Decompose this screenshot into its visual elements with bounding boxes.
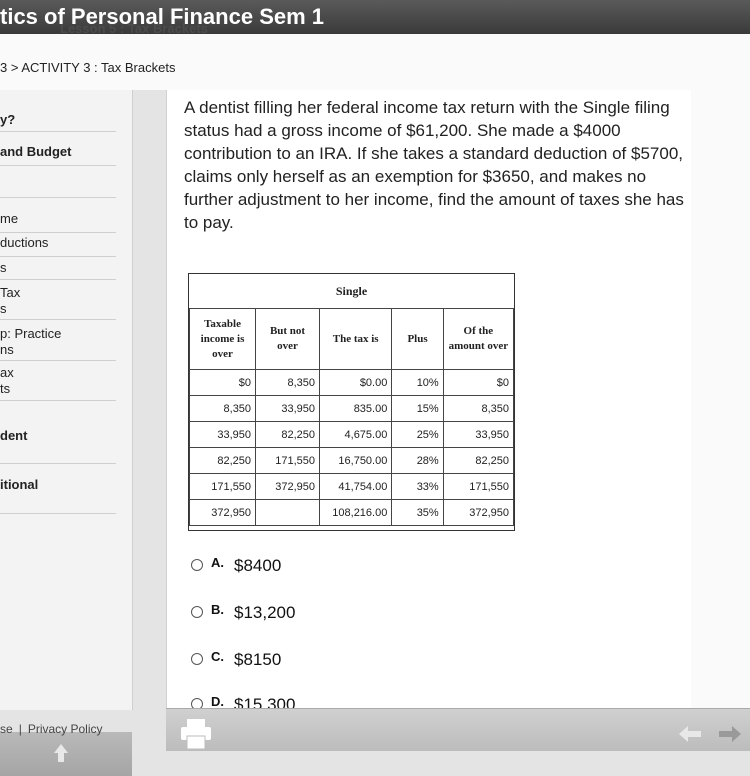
sidebar-footer [0, 732, 132, 776]
sidebar-item-11[interactable]: itional [0, 477, 116, 514]
sidebar-item-7[interactable]: Tax s [0, 285, 116, 320]
tax-bracket-table: Single Taxable income is over But not ov… [188, 273, 515, 531]
choice-letter: C. [211, 649, 224, 664]
lesson-sidebar: y? and Budget me ductions s Tax s p: Pra… [0, 90, 133, 776]
table-cell: 82,250 [255, 421, 320, 448]
radio-button[interactable] [191, 605, 203, 618]
table-header: But not over [255, 308, 320, 370]
table-cell: 35% [391, 499, 444, 526]
choice-text: $13,200 [234, 603, 296, 622]
table-caption: Single [189, 274, 514, 309]
table-cell: 33,950 [442, 421, 515, 448]
choice-letter: A. [211, 555, 224, 570]
legal-links: se | Privacy Policy [0, 722, 103, 736]
table-row: 8,350 33,950 835.00 15% 8,350 [188, 395, 515, 422]
table-header: Of the amount over [442, 308, 515, 370]
privacy-policy-link[interactable]: Privacy Policy [28, 722, 103, 736]
choice-letter: D. [211, 694, 224, 709]
question-text: A dentist filling her federal income tax… [184, 98, 684, 232]
table-row: 171,550 372,950 41,754.00 33% 171,550 [188, 473, 515, 500]
table-cell: 33,950 [188, 421, 257, 448]
table-row: 82,250 171,550 16,750.00 28% 82,250 [188, 447, 515, 474]
table-cell: 16,750.00 [318, 447, 393, 474]
sidebar-item-3[interactable] [0, 176, 116, 198]
choice-a[interactable]: A. $8400 [191, 555, 282, 576]
table-cell: 8,350 [442, 395, 515, 422]
table-header: The tax is [318, 308, 393, 370]
legal-separator: | [18, 722, 22, 736]
table-cell: $0.00 [318, 369, 393, 396]
table-cell: 82,250 [442, 447, 515, 474]
table-row: $0 8,350 $0.00 10% $0 [188, 369, 515, 396]
table-cell: 4,675.00 [318, 421, 393, 448]
table-header: Plus [391, 308, 444, 370]
choice-text: $8400 [234, 556, 282, 575]
bottom-toolbar [166, 708, 750, 751]
table-row: 372,950 108,216.00 35% 372,950 [188, 499, 515, 526]
table-cell: 28% [391, 447, 444, 474]
table-cell: 10% [391, 369, 444, 396]
breadcrumb[interactable]: 3 > ACTIVITY 3 : Tax Brackets [0, 60, 175, 75]
question-panel: A dentist filling her federal income tax… [166, 90, 692, 710]
table-cell: 8,350 [188, 395, 257, 422]
sidebar-item-2[interactable]: and Budget [0, 144, 116, 166]
table-cell [255, 499, 320, 526]
choice-text: $8150 [234, 650, 282, 669]
table-header: Taxable income is over [188, 308, 257, 370]
table-cell: 171,550 [255, 447, 320, 474]
table-cell: 108,216.00 [318, 499, 393, 526]
table-cell: 8,350 [255, 369, 320, 396]
table-cell: 33,950 [255, 395, 320, 422]
choice-b[interactable]: B. $13,200 [191, 602, 296, 623]
table-row: 33,950 82,250 4,675.00 25% 33,950 [188, 421, 515, 448]
sidebar-item-4[interactable]: me [0, 211, 116, 233]
course-header: Lesson 5 : Tax Brackets tics of Personal… [0, 0, 750, 34]
table-cell: 372,950 [255, 473, 320, 500]
print-icon[interactable] [180, 719, 212, 749]
table-cell: 25% [391, 421, 444, 448]
table-cell: $0 [442, 369, 515, 396]
radio-button[interactable] [191, 652, 203, 665]
table-cell: 15% [391, 395, 444, 422]
right-arrow-icon[interactable] [718, 725, 742, 743]
terms-of-use-link[interactable]: se [0, 722, 13, 736]
table-cell: 835.00 [318, 395, 393, 422]
sidebar-item-9[interactable]: ax ts [0, 365, 116, 401]
table-cell: 171,550 [188, 473, 257, 500]
up-arrow-icon[interactable] [53, 742, 69, 764]
sidebar-item-5[interactable]: ductions [0, 235, 116, 257]
radio-button[interactable] [191, 558, 203, 571]
choice-c[interactable]: C. $8150 [191, 649, 282, 670]
course-title: tics of Personal Finance Sem 1 [0, 4, 325, 29]
left-arrow-icon[interactable] [678, 725, 702, 743]
choice-letter: B. [211, 602, 224, 617]
sidebar-item-1[interactable]: y? [0, 112, 116, 132]
table-cell: 33% [391, 473, 444, 500]
sidebar-item-6[interactable]: s [0, 260, 116, 280]
table-cell: 82,250 [188, 447, 257, 474]
sidebar-item-10[interactable]: dent [0, 428, 116, 464]
sidebar-item-8[interactable]: p: Practice ns [0, 326, 116, 361]
table-cell: $0 [188, 369, 257, 396]
table-cell: 372,950 [442, 499, 515, 526]
right-margin-panel [691, 90, 750, 710]
table-cell: 41,754.00 [318, 473, 393, 500]
table-cell: 171,550 [442, 473, 515, 500]
table-cell: 372,950 [188, 499, 257, 526]
